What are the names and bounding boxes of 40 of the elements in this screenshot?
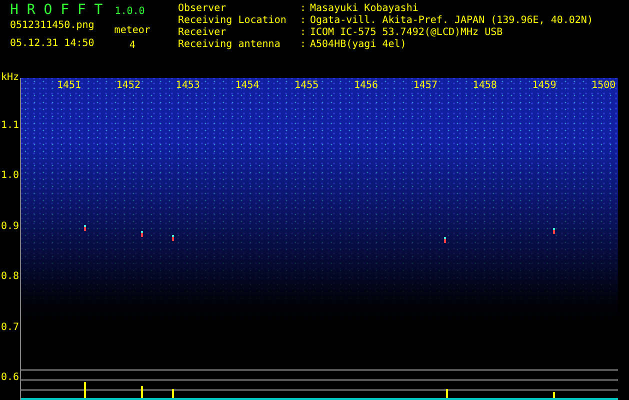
meteor-echo-mark: [444, 237, 446, 243]
meteor-label: meteor: [114, 25, 150, 36]
version-label: 1.0.0: [114, 6, 145, 17]
meteor-echo-mark: [553, 228, 555, 234]
y-axis-label: 0.8: [1, 271, 20, 282]
x-axis-label: 1456: [354, 80, 378, 91]
info-value: Ogata-vill. Akita-Pref. JAPAN (139.96E, 40.02N): [310, 15, 593, 27]
info-label: Observer: [178, 3, 228, 15]
y-axis-label: 0.7: [1, 322, 20, 333]
x-axis-label: 1458: [472, 80, 497, 91]
axis-unit: kHz: [1, 72, 20, 83]
info-separator: :: [300, 39, 308, 51]
info-label: Receiver: [178, 27, 228, 39]
meteor-echo-mark: [84, 225, 86, 231]
y-axis-label: 1.0: [1, 170, 20, 182]
x-axis-label: 1459: [532, 80, 556, 91]
meteor-echo-mark: [172, 235, 174, 241]
x-axis-label: 1500: [592, 80, 616, 91]
file-name: 0512311450.png: [10, 20, 94, 31]
app-title: H R O F F T: [10, 2, 103, 18]
x-axis-label: 1452: [116, 80, 140, 91]
info-value: Masayuki Kobayashi: [310, 3, 418, 15]
x-axis-label: 1451: [57, 80, 82, 91]
meteor-count: 4: [129, 40, 136, 51]
info-label: Receiving Location: [178, 15, 288, 27]
y-axis-label: 1.1: [1, 120, 20, 131]
info-value: ICOM IC-575 53.7492(@LCD)MHz USB: [310, 27, 503, 39]
timestamp: 05.12.31 14:50: [10, 38, 94, 49]
info-label: Receiving antenna: [178, 39, 282, 51]
x-axis-label: 1457: [413, 80, 438, 91]
meteor-echo-mark: [141, 231, 143, 237]
x-axis-label: 1454: [235, 80, 260, 91]
y-axis-label: 0.9: [1, 220, 20, 232]
info-separator: :: [300, 3, 308, 15]
y-axis-label: 0.6: [1, 372, 20, 383]
x-axis-label: 1453: [176, 80, 200, 91]
info-separator: :: [300, 15, 308, 27]
info-separator: :: [300, 27, 308, 39]
x-axis-label: 1455: [294, 80, 319, 91]
info-value: A504HB(yagi 4el): [310, 39, 406, 51]
